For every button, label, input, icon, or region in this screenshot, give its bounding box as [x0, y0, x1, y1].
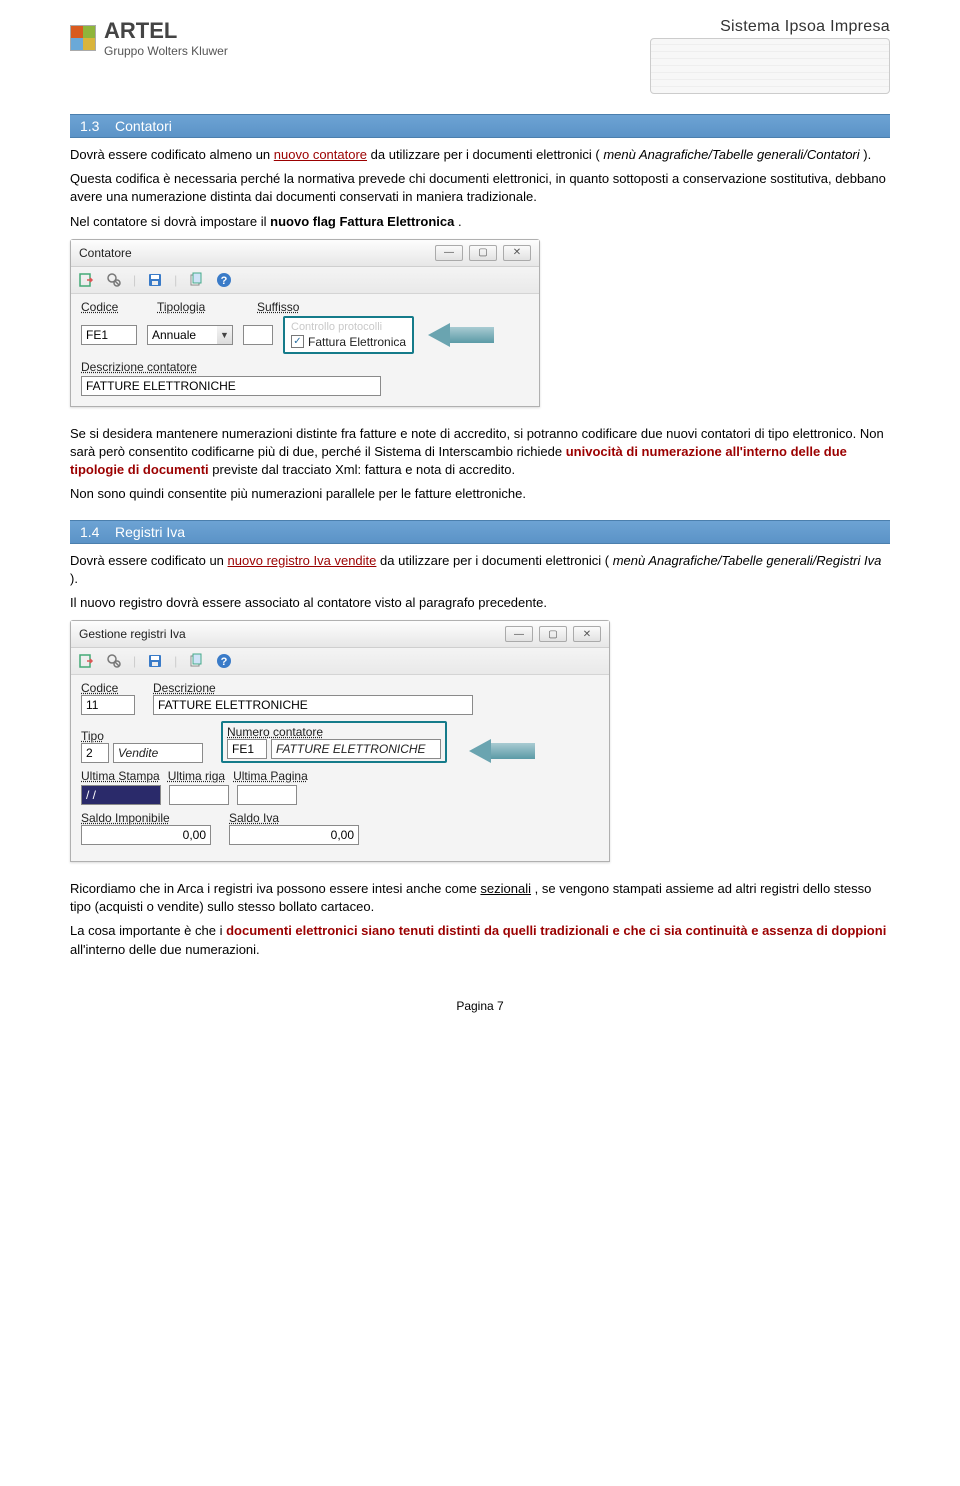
label-ultima-pagina: Ultima Pagina [233, 769, 308, 783]
save-icon[interactable] [146, 652, 164, 670]
maximize-button[interactable]: ▢ [539, 626, 567, 642]
save-icon[interactable] [146, 271, 164, 289]
close-button[interactable]: ✕ [503, 245, 531, 261]
section-title: Contatori [115, 118, 172, 134]
svg-text:?: ? [221, 656, 228, 668]
window-toolbar: | | ? [71, 267, 539, 294]
paragraph: Dovrà essere codificato un nuovo registr… [70, 552, 890, 588]
fattura-elettronica-checkbox[interactable]: ✓ [291, 335, 304, 348]
decorative-script-icon [650, 38, 890, 94]
minimize-button[interactable]: — [505, 626, 533, 642]
system-name: Sistema Ipsoa Impresa [650, 18, 890, 36]
label-saldo-iva: Saldo Iva [229, 811, 359, 825]
label-codice: Codice [81, 681, 135, 695]
numcont-name-value: FATTURE ELETTRONICHE [271, 739, 441, 759]
brand-logo-right: Sistema Ipsoa Impresa [650, 18, 890, 94]
fattura-elettronica-group: Controllo protocolli ✓ Fattura Elettroni… [283, 316, 414, 354]
exit-icon[interactable] [77, 652, 95, 670]
link-nuovo-contatore: nuovo contatore [274, 147, 367, 162]
codice-input[interactable] [81, 325, 137, 345]
page-header: ARTEL Gruppo Wolters Kluwer Sistema Ipso… [70, 18, 890, 94]
saldo-iva-input[interactable] [229, 825, 359, 845]
brand-subtitle: Gruppo Wolters Kluwer [104, 44, 228, 58]
tipologia-select[interactable]: ▼ [147, 325, 233, 345]
window-titlebar[interactable]: Contatore — ▢ ✕ [71, 240, 539, 267]
paragraph: Ricordiamo che in Arca i registri iva po… [70, 880, 890, 916]
label-ultima-riga: Ultima riga [168, 769, 225, 783]
label-suffisso: Suffisso [257, 300, 299, 314]
section-title: Registri Iva [115, 524, 185, 540]
paragraph: Se si desidera mantenere numerazioni dis… [70, 425, 890, 480]
label-codice: Codice [81, 300, 141, 314]
paragraph: Questa codifica è necessaria perché la n… [70, 170, 890, 206]
codice-input[interactable] [81, 695, 135, 715]
help-icon[interactable]: ? [215, 652, 233, 670]
artel-logo-icon [70, 25, 96, 51]
paragraph: Non sono quindi consentite più numerazio… [70, 485, 890, 503]
link-nuovo-registro: nuovo registro Iva vendite [228, 553, 377, 568]
label-tipo: Tipo [81, 729, 203, 743]
chevron-down-icon[interactable]: ▼ [217, 325, 233, 345]
help-icon[interactable]: ? [215, 271, 233, 289]
window-toolbar: | | ? [71, 648, 609, 675]
tipo-name-value: Vendite [113, 743, 203, 763]
saldo-imponibile-input[interactable] [81, 825, 211, 845]
paragraph: Il nuovo registro dovrà essere associato… [70, 594, 890, 612]
exit-icon[interactable] [77, 271, 95, 289]
copy-icon[interactable] [187, 652, 205, 670]
maximize-button[interactable]: ▢ [469, 245, 497, 261]
numcont-code-input[interactable] [227, 739, 267, 759]
copy-icon[interactable] [187, 271, 205, 289]
minimize-button[interactable]: — [435, 245, 463, 261]
label-descrizione: Descrizione [153, 681, 473, 695]
paragraph: Nel contatore si dovrà impostare il nuov… [70, 213, 890, 231]
ultima-pagina-input[interactable] [237, 785, 297, 805]
page-footer: Pagina 7 [70, 999, 890, 1013]
ultima-stampa-input[interactable] [81, 785, 161, 805]
section-number: 1.4 [80, 524, 99, 540]
section-heading-registri-iva: 1.4 Registri Iva [70, 520, 890, 544]
label-numero-contatore: Numero contatore [227, 725, 441, 739]
brand-logo-left: ARTEL Gruppo Wolters Kluwer [70, 18, 228, 58]
window-titlebar[interactable]: Gestione registri Iva — ▢ ✕ [71, 621, 609, 648]
descrizione-input[interactable] [153, 695, 473, 715]
brand-name: ARTEL [104, 18, 228, 44]
paragraph: La cosa importante è che i documenti ele… [70, 922, 890, 958]
close-button[interactable]: ✕ [573, 626, 601, 642]
ultima-riga-input[interactable] [169, 785, 229, 805]
label-tipologia: Tipologia [157, 300, 241, 314]
window-title: Gestione registri Iva [79, 627, 186, 641]
numero-contatore-group: Numero contatore FATTURE ELETTRONICHE [221, 721, 447, 763]
suffisso-input[interactable] [243, 325, 273, 345]
descrizione-input[interactable] [81, 376, 381, 396]
search-icon[interactable] [105, 652, 123, 670]
label-saldo-imponibile: Saldo Imponibile [81, 811, 211, 825]
window-title: Contatore [79, 246, 132, 260]
label-descrizione: Descrizione contatore [81, 360, 529, 374]
section-number: 1.3 [80, 118, 99, 134]
label-ultima-stampa: Ultima Stampa [81, 769, 160, 783]
search-icon[interactable] [105, 271, 123, 289]
window-contatore: Contatore — ▢ ✕ | | ? [70, 239, 540, 407]
paragraph: Dovrà essere codificato almeno un nuovo … [70, 146, 890, 164]
window-registri-iva: Gestione registri Iva — ▢ ✕ | | ? [70, 620, 610, 862]
tipo-code-input[interactable] [81, 743, 109, 763]
ghost-controllo-protocolli: Controllo protocolli [291, 321, 406, 333]
fattura-elettronica-label: Fattura Elettronica [308, 335, 406, 349]
svg-text:?: ? [221, 275, 228, 287]
section-heading-contatori: 1.3 Contatori [70, 114, 890, 138]
callout-arrow-icon [469, 739, 491, 763]
callout-arrow-icon [428, 323, 450, 347]
